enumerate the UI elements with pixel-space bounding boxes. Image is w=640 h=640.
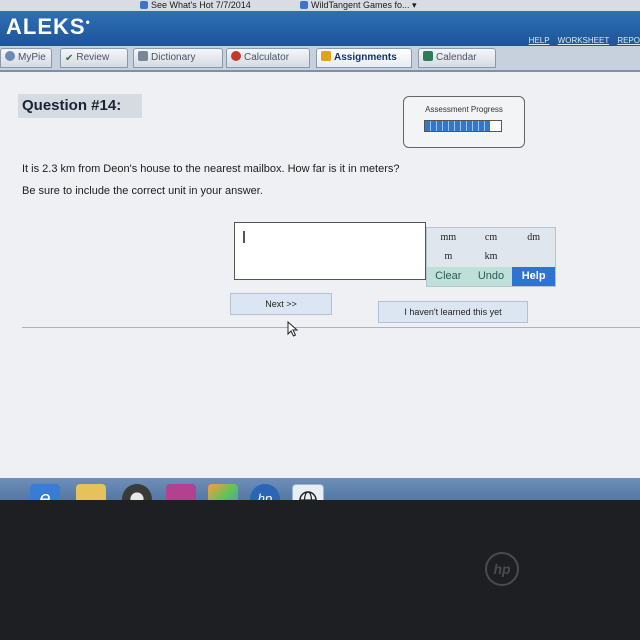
tab-calendar[interactable]: Calendar (418, 48, 496, 68)
page-icon (140, 1, 148, 9)
question-instruction: Be sure to include the correct unit in y… (22, 185, 263, 197)
next-button[interactable]: Next >> (230, 293, 332, 315)
report-link[interactable]: REPO (617, 36, 640, 45)
progress-bar (424, 120, 502, 132)
unit-palette: mm cm dm m km Clear Undo Help (426, 227, 556, 287)
globe-glyph-icon (299, 491, 317, 500)
unit-dm-button[interactable]: dm (512, 228, 555, 247)
text-cursor (243, 231, 245, 243)
unit-empty-cell (512, 247, 555, 266)
hp-logo-icon: hp (485, 552, 519, 586)
page-icon (300, 1, 308, 9)
unit-cm-button[interactable]: cm (470, 228, 513, 247)
answer-input[interactable] (234, 222, 426, 280)
favorite-link[interactable]: See What's Hot 7/7/2014 (140, 0, 251, 11)
screen: See What's Hot 7/7/2014 WildTangent Game… (0, 0, 640, 500)
pie-icon (5, 51, 15, 61)
folder-icon[interactable] (76, 484, 106, 500)
help-button[interactable]: Help (512, 266, 555, 286)
hp-icon[interactable]: hp (250, 484, 280, 500)
assignment-icon (321, 51, 331, 61)
question-title: Question #14: (18, 94, 142, 118)
calculator-icon (231, 51, 241, 61)
unit-km-button[interactable]: km (470, 247, 513, 266)
question-panel: Question #14: Assessment Progress It is … (0, 72, 640, 372)
not-learned-button[interactable]: I haven't learned this yet (378, 301, 528, 323)
help-link[interactable]: HELP (529, 36, 550, 45)
worksheet-link[interactable]: WORKSHEET (558, 36, 609, 45)
nav-tabs: MyPie ✔ Review Dictionary Calculator Assi… (0, 46, 640, 72)
favorite-link[interactable]: WildTangent Games fo... ▾ (300, 0, 417, 11)
question-text: It is 2.3 km from Deon's house to the ne… (22, 163, 400, 175)
calendar-icon (423, 51, 433, 61)
tab-assignments[interactable]: Assignments (316, 48, 412, 68)
tab-calculator[interactable]: Calculator (226, 48, 310, 68)
progress-fill (425, 121, 490, 131)
book-icon (138, 51, 148, 61)
unit-mm-button[interactable]: mm (427, 228, 470, 247)
media-player-icon[interactable] (122, 484, 152, 500)
photo-icon[interactable] (208, 484, 238, 500)
settings-icon[interactable] (166, 484, 196, 500)
tab-dictionary[interactable]: Dictionary (133, 48, 223, 68)
tab-mypie[interactable]: MyPie (0, 48, 52, 68)
unit-m-button[interactable]: m (427, 247, 470, 266)
clear-button[interactable]: Clear (427, 266, 470, 286)
globe-icon[interactable] (292, 484, 324, 500)
internet-explorer-icon[interactable]: e (30, 484, 60, 500)
check-icon: ✔ (65, 53, 74, 64)
aleks-logo: ALEKS• (6, 14, 91, 39)
tab-review[interactable]: ✔ Review (60, 48, 128, 68)
aleks-header: ALEKS• HELP WORKSHEET REPO (0, 11, 640, 46)
taskbar: e hp (0, 478, 640, 500)
assessment-progress: Assessment Progress (403, 96, 525, 148)
divider (22, 327, 640, 328)
mouse-pointer-icon (287, 321, 299, 337)
header-links: HELP WORKSHEET REPO (523, 36, 640, 45)
undo-button[interactable]: Undo (469, 266, 513, 286)
progress-label: Assessment Progress (425, 105, 503, 114)
